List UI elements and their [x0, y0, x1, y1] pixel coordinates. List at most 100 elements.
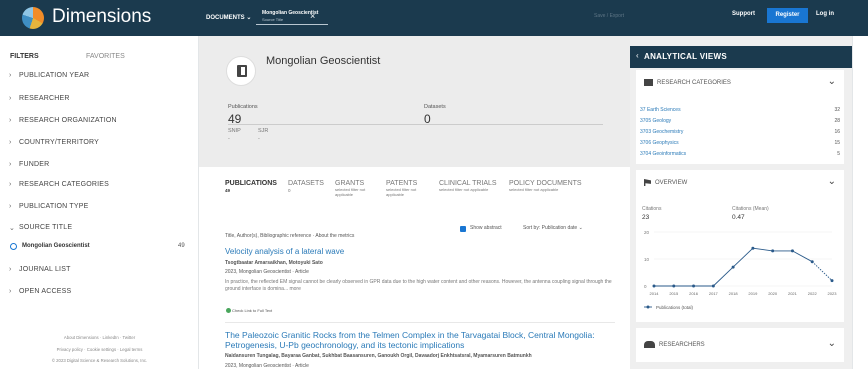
documents-menu[interactable]: DOCUMENTS ⌄ [206, 14, 251, 21]
analytical-views-panel: ‹ ANALYTICAL VIEWS RESEARCH CATEGORIES ⌄… [630, 36, 852, 369]
main-content: Mongolian Geoscientist Publications 49 D… [199, 36, 630, 369]
full-text-link[interactable]: Check Link to Full Text [225, 308, 272, 314]
source-option-count: 49 [178, 243, 185, 249]
show-abstract-checkbox[interactable] [460, 226, 466, 232]
category-count: 5 [837, 151, 840, 157]
filter-research-categories[interactable]: › RESEARCH CATEGORIES [9, 181, 109, 188]
support-link[interactable]: Support [732, 11, 755, 17]
footer-copyright: © 2023 Digital Science & Research Soluti… [51, 358, 148, 363]
close-icon[interactable]: × [310, 11, 315, 21]
chevron-right-icon: › [9, 181, 12, 188]
chevron-right-icon: › [9, 161, 12, 168]
favorites-tab[interactable]: FAVORITES [86, 53, 125, 60]
tab-policy-documents[interactable]: POLICY DOCUMENTS selected filter not appl… [509, 180, 589, 193]
people-icon [644, 341, 655, 348]
chevron-right-icon: › [9, 72, 12, 79]
data-point [672, 284, 676, 288]
chevron-right-icon: › [9, 266, 12, 273]
filter-source-title[interactable]: ⌄ SOURCE TITLE [9, 224, 72, 232]
chevron-right-icon: › [9, 95, 12, 102]
data-point [652, 284, 656, 288]
tab-grants[interactable]: GRANTS selected filter not applicable [335, 180, 373, 197]
filter-journal-list[interactable]: › JOURNAL LIST [9, 266, 71, 273]
data-point [830, 279, 834, 283]
result-title[interactable]: The Paleozoic Granitic Rocks from the Te… [225, 330, 623, 350]
divider [228, 124, 603, 125]
top-bar: Dimensions DOCUMENTS ⌄ Mongolian Geoscie… [0, 0, 868, 36]
category-link[interactable]: 3705 Geology [640, 118, 671, 124]
filters-tab[interactable]: FILTERS [10, 53, 39, 60]
series-line [732, 247, 754, 268]
filter-research-organization[interactable]: › RESEARCH ORGANIZATION [9, 117, 117, 124]
x-tick-label: 2023 [828, 291, 838, 296]
document-tabs: PUBLICATIONS 49 DATASETS 0 GRANTS selected … [199, 167, 630, 201]
category-link[interactable]: 37 Earth Sciences [640, 107, 681, 113]
source-title: Mongolian Geoscientist [266, 55, 381, 67]
researchers-card-header[interactable]: RESEARCHERS ⌄ [636, 328, 844, 362]
filter-open-access[interactable]: › OPEN ACCESS [9, 288, 71, 295]
data-point [731, 265, 735, 269]
series-line [792, 250, 813, 263]
data-point [692, 284, 696, 288]
y-tick-label: 20 [644, 230, 650, 235]
categories-card-header[interactable]: RESEARCH CATEGORIES ⌄ [636, 70, 844, 100]
chevron-down-icon[interactable]: ⌄ [828, 176, 836, 187]
x-tick-label: 2016 [689, 291, 699, 296]
brand-name[interactable]: Dimensions [52, 6, 151, 28]
tab-patents[interactable]: PATENTS selected filter not applicable [386, 180, 424, 197]
chevron-down-icon[interactable]: ⌄ [828, 76, 836, 87]
footer-links-legal[interactable]: Privacy policy · Cookie settings · Legal… [0, 347, 199, 352]
snip-value: - [228, 136, 230, 142]
source-option-label: Mongolian Geoscientist [22, 243, 90, 249]
analytical-views-header[interactable]: ‹ ANALYTICAL VIEWS [630, 46, 852, 68]
x-tick-label: 2021 [788, 291, 798, 296]
filter-country-territory[interactable]: › COUNTRY/TERRITORY [9, 139, 99, 146]
category-link[interactable]: 3704 Geoinformatics [640, 151, 686, 157]
snip-label: SNIP [228, 128, 241, 134]
mean-citations-value: 0.47 [732, 214, 745, 221]
result-meta: 2023, Mongolian Geoscientist · Article [225, 269, 309, 275]
filter-publication-year[interactable]: › PUBLICATION YEAR [9, 72, 89, 79]
folder-icon [644, 79, 653, 86]
filter-publication-type[interactable]: › PUBLICATION TYPE [9, 203, 88, 210]
result-authors[interactable]: Naidansuren Tungalag, Bayaraa Ganbat, Su… [225, 353, 623, 359]
category-count: 32 [834, 107, 840, 113]
x-tick-label: 2017 [709, 291, 719, 296]
back-icon[interactable]: ‹ [636, 51, 639, 60]
chevron-down-icon[interactable]: ⌄ [828, 338, 836, 349]
source-header: Mongolian Geoscientist Publications 49 D… [199, 36, 630, 167]
register-button[interactable]: Register [767, 8, 808, 23]
dimensions-logo-icon[interactable] [22, 7, 44, 29]
chevron-right-icon: › [9, 117, 12, 124]
overview-card-header[interactable]: OVERVIEW ⌄ [636, 170, 844, 198]
login-link[interactable]: Log in [816, 11, 834, 17]
filter-sidebar: FILTERS FAVORITES › PUBLICATION YEAR › RES… [0, 36, 199, 369]
citations-label: Citations [642, 206, 662, 212]
category-link[interactable]: 3703 Geochemistry [640, 129, 683, 135]
save-export-link[interactable]: Save / Export [594, 13, 624, 19]
tab-publications[interactable]: PUBLICATIONS 49 [225, 180, 277, 193]
category-link[interactable]: 3706 Geophysics [640, 140, 679, 146]
series-line [752, 247, 773, 252]
filter-funder[interactable]: › FUNDER [9, 161, 49, 168]
overview-heading: OVERVIEW [655, 180, 688, 187]
filter-researcher[interactable]: › RESEARCHER [9, 95, 70, 102]
legend-label: Publications (total) [656, 305, 694, 310]
series-line [811, 261, 833, 281]
page-edge [852, 36, 868, 369]
source-radio[interactable] [10, 243, 17, 250]
sort-dropdown[interactable]: Sort by: Publication date ⌄ [523, 225, 583, 231]
result-title[interactable]: Velocity analysis of a lateral wave [225, 247, 623, 256]
result-authors[interactable]: Tsogtbaatar Amarsaikhan, Motoyuki Sato [225, 260, 623, 266]
tab-datasets[interactable]: DATASETS 0 [288, 180, 324, 193]
legend-marker [646, 305, 650, 309]
category-count: 15 [834, 140, 840, 146]
show-abstract-label[interactable]: Show abstract [470, 225, 502, 231]
footer-links-social[interactable]: About Dimensions · LinkedIn · Twitter [0, 335, 199, 340]
category-count: 28 [834, 118, 840, 124]
x-tick-label: 2019 [748, 291, 758, 296]
overview-body: Citations 23 Citations (Mean) 0.47 20 10 0… [636, 198, 844, 322]
publications-chart: 20 10 02014 2015 2016 2017 2018 2019 2020 2021 202… [644, 230, 838, 310]
result-meta: 2023, Mongolian Geoscientist · Article [225, 363, 309, 369]
tab-clinical-trials[interactable]: CLINICAL TRIALS selected filter not appli… [439, 180, 503, 193]
